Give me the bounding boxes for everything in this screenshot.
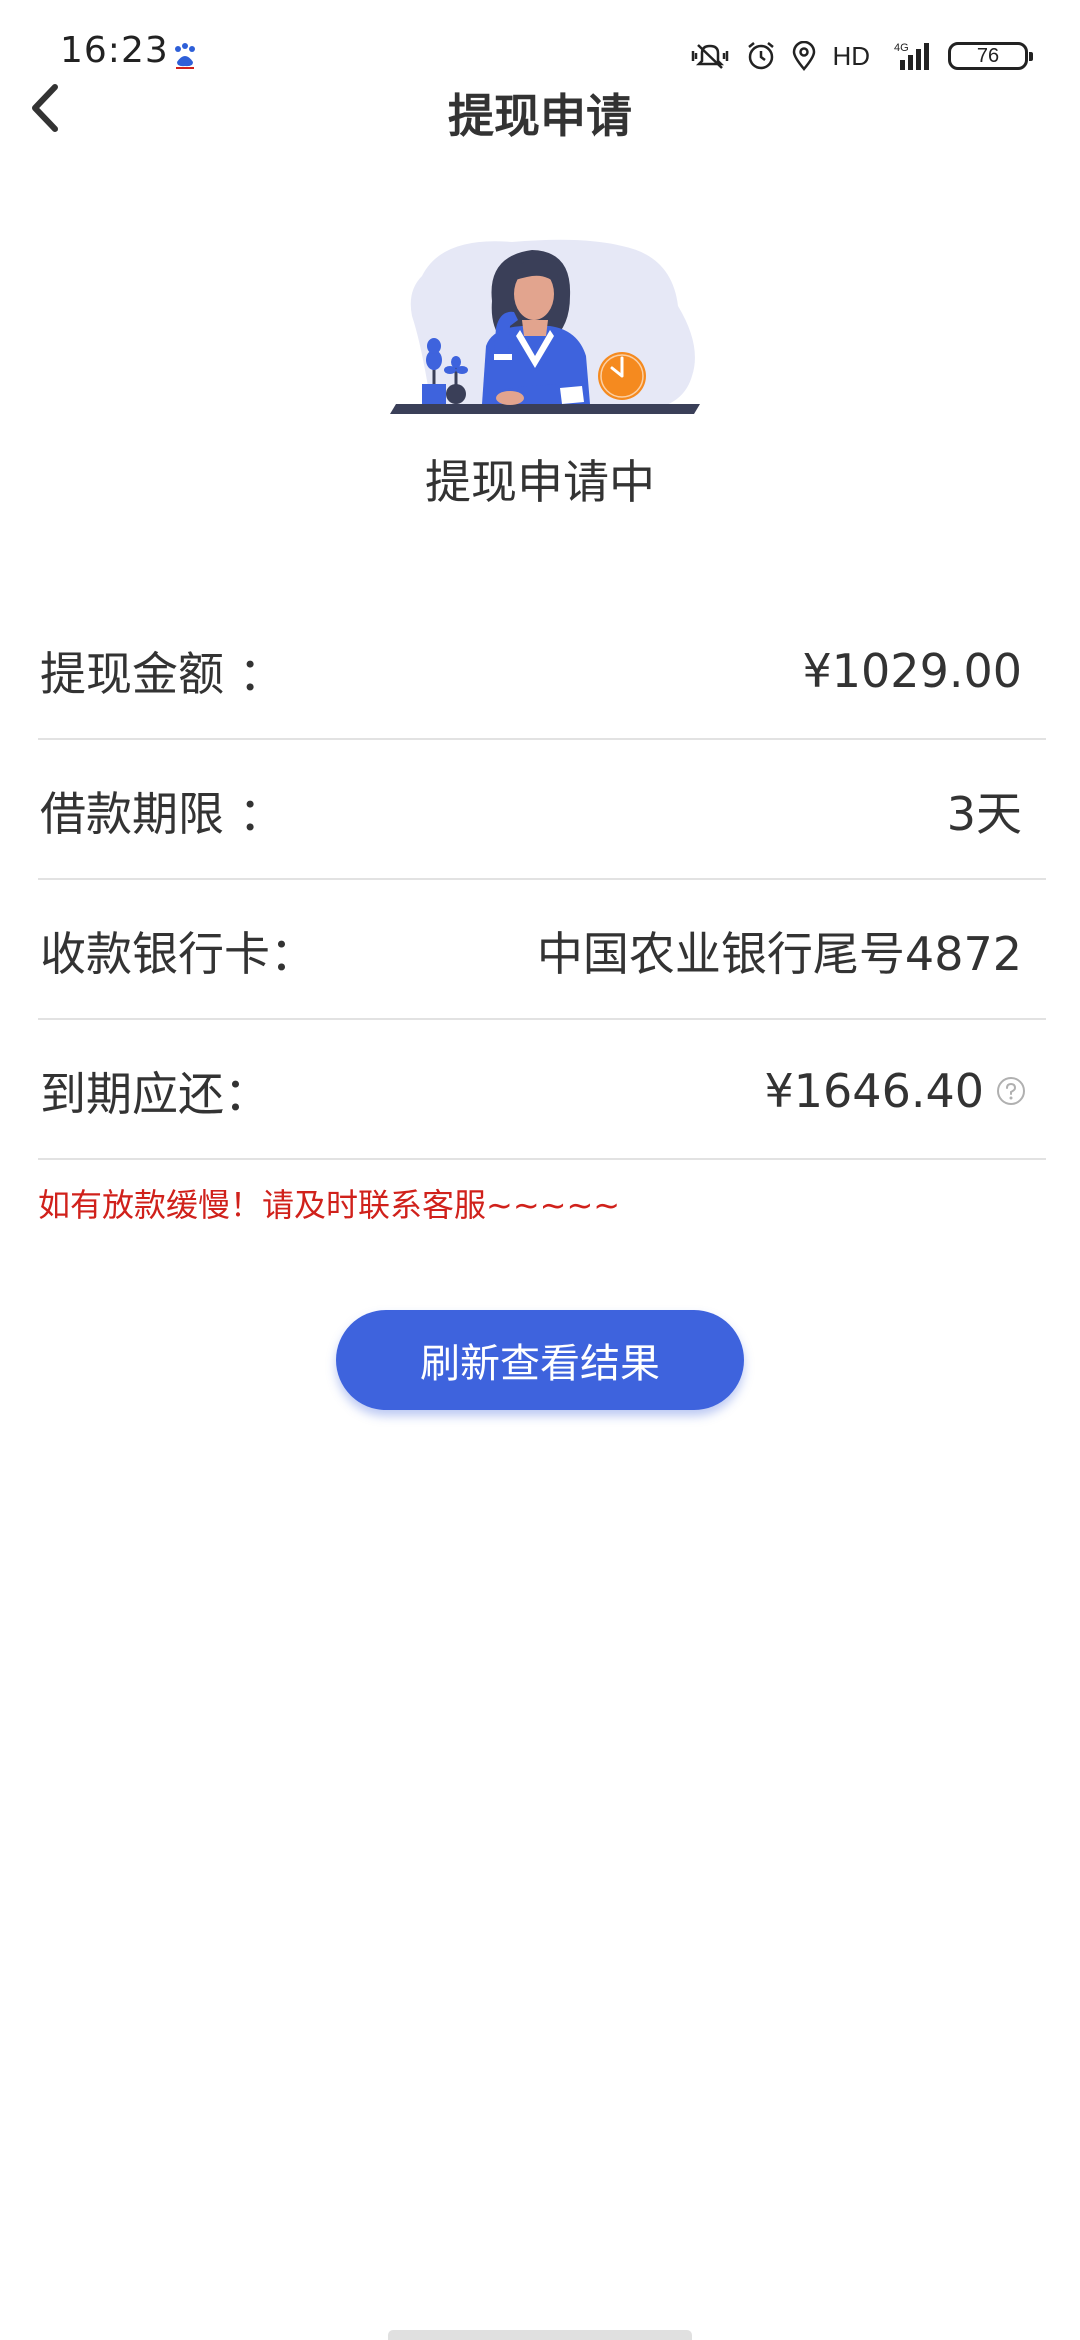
info-row-repayment: 到期应还： ¥1646.40 xyxy=(38,1020,1046,1160)
info-row-amount: 提现金额 ： ¥1029.00 xyxy=(38,600,1046,740)
withdrawal-screen: 16:23 HD 4G 76 提现申请 提现申请中 提现金额 ： ¥1029.0… xyxy=(0,0,1080,2340)
svg-text:4G: 4G xyxy=(894,42,909,54)
info-row-term: 借款期限 ： 3天 xyxy=(38,740,1046,880)
help-icon[interactable] xyxy=(996,1076,1026,1106)
amount-label: 提现金额 ： xyxy=(40,647,285,701)
repayment-label: 到期应还： xyxy=(40,1067,270,1121)
status-time: 16:23 xyxy=(60,30,169,71)
hd-indicator: HD xyxy=(832,40,870,71)
waiting-woman-illustration xyxy=(390,239,700,414)
page-title: 提现申请 xyxy=(448,89,632,143)
repayment-value: ¥1646.40 xyxy=(764,1064,985,1118)
baidu-paw-icon xyxy=(175,43,195,69)
info-list: 提现金额 ： ¥1029.00 借款期限 ： 3天 收款银行卡： 中国农业银行尾… xyxy=(38,600,1046,1160)
signal-4g-icon: 4G xyxy=(894,42,929,70)
location-icon xyxy=(793,41,816,71)
amount-value: ¥1029.00 xyxy=(802,644,1023,698)
repayment-value-wrap: ¥1646.40 xyxy=(765,1064,1047,1118)
status-title: 提现申请中 xyxy=(425,455,655,509)
home-indicator[interactable] xyxy=(388,2330,692,2340)
alarm-icon xyxy=(748,42,775,70)
battery-indicator: 76 xyxy=(948,42,1033,70)
term-label: 借款期限 ： xyxy=(40,787,285,841)
header: 提现申请 xyxy=(0,70,1080,150)
term-value: 3天 xyxy=(946,787,1022,841)
vibrate-icon xyxy=(692,44,729,69)
notice-text: 如有放款缓慢！请及时联系客服~~~~~ xyxy=(38,1186,621,1224)
bank-card-value: 中国农业银行尾号4872 xyxy=(536,927,1022,981)
bank-card-label: 收款银行卡： xyxy=(40,927,316,981)
info-row-bank-card: 收款银行卡： 中国农业银行尾号4872 xyxy=(38,880,1046,1020)
refresh-result-button[interactable]: 刷新查看结果 xyxy=(336,1310,744,1410)
